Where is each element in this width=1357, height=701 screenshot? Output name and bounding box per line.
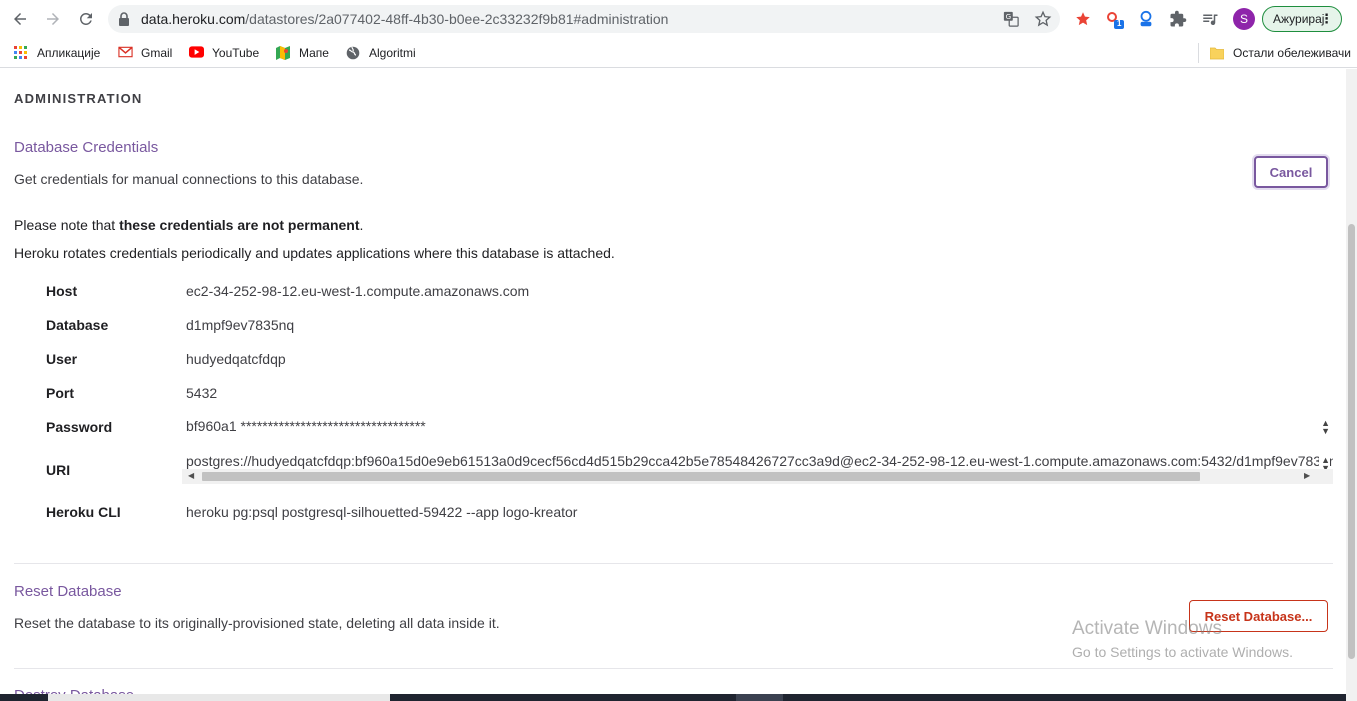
bookmarks-bar: Апликације Gmail YouTube Мапе Algoritmi … (0, 38, 1357, 68)
bookmark-algoritmi[interactable]: Algoritmi (346, 44, 416, 62)
extensions-puzzle-icon[interactable] (1168, 9, 1188, 29)
uri-horizontal-scrollbar[interactable]: ◀ ▶ (182, 469, 1333, 484)
url-host: data.heroku.com (141, 11, 246, 27)
database-value[interactable]: d1mpf9ev7835nq (186, 317, 294, 333)
browser-toolbar: data.heroku.com/datastores/2a077402-48ff… (0, 0, 1357, 38)
apps-grid-icon (14, 46, 28, 60)
page-scrollbar[interactable] (1346, 69, 1357, 701)
gmail-icon (118, 46, 133, 60)
note-suffix: . (359, 217, 364, 233)
reset-title: Reset Database (14, 583, 122, 600)
note-prefix: Please note that (14, 217, 120, 233)
reset-description: Reset the database to its originally-pro… (14, 615, 500, 631)
bookmark-label: Gmail (141, 46, 173, 60)
lock-icon[interactable] (118, 12, 130, 26)
taskbar-search[interactable] (48, 694, 390, 701)
user-value[interactable]: hudyedqatcfdqp (186, 351, 286, 367)
note-bold: these credentials are not permanent (119, 217, 360, 233)
scroll-right-arrow-icon[interactable]: ▶ (1304, 471, 1310, 480)
scroll-left-arrow-icon[interactable]: ◀ (188, 471, 194, 480)
profile-avatar[interactable]: S (1233, 8, 1255, 30)
bookmark-label: Algoritmi (369, 46, 416, 60)
activate-windows-title: Activate Windows (1072, 618, 1222, 639)
back-arrow-icon[interactable] (9, 8, 31, 30)
credentials-title: Database Credentials (14, 139, 159, 156)
update-label: Ажурирај (1273, 12, 1325, 26)
svg-text:G: G (1006, 12, 1012, 21)
host-label: Host (46, 283, 78, 299)
section-divider (14, 563, 1333, 564)
scrollbar-thumb[interactable] (202, 472, 1200, 481)
translate-icon[interactable]: G (1002, 10, 1020, 28)
other-bookmarks[interactable]: Остали обележивачи (1209, 44, 1351, 62)
url-text[interactable]: data.heroku.com/datastores/2a077402-48ff… (141, 11, 668, 27)
extension-badge-icon[interactable]: 1 (1105, 9, 1125, 29)
other-bookmarks-label: Остали обележивачи (1233, 46, 1351, 60)
database-label: Database (46, 317, 109, 333)
password-value[interactable]: bf960a1 ********************************… (186, 418, 426, 434)
page-scrollbar-thumb[interactable] (1348, 224, 1355, 659)
uri-field[interactable]: postgres://hudyedqatcfdqp:bf960a15d0e9eb… (182, 452, 1333, 486)
cli-value[interactable]: heroku pg:psql postgresql-silhouetted-59… (186, 504, 577, 520)
youtube-icon (189, 46, 204, 60)
taskbar (0, 694, 1346, 701)
uri-value[interactable]: postgres://hudyedqatcfdqp:bf960a15d0e9eb… (186, 453, 1333, 469)
bookmark-label: YouTube (212, 46, 260, 60)
bookmark-gmail[interactable]: Gmail (118, 44, 172, 62)
user-label: User (46, 351, 78, 367)
credentials-description: Get credentials for manual connections t… (14, 171, 364, 187)
cancel-button[interactable]: Cancel (1254, 156, 1328, 188)
media-controls-icon[interactable] (1200, 9, 1220, 29)
folder-icon (1209, 46, 1225, 60)
bookmarks-divider (1198, 43, 1199, 63)
bookmark-star-icon[interactable] (1034, 10, 1052, 28)
section-heading: ADMINISTRATION (14, 91, 143, 106)
uri-label: URI (46, 462, 71, 478)
more-menu-icon[interactable]: ⋮ (1320, 7, 1333, 31)
bookmark-youtube[interactable]: YouTube (189, 44, 259, 62)
url-path: /datastores/2a077402-48ff-4b30-b0ee-2c33… (245, 11, 669, 27)
address-bar[interactable]: data.heroku.com/datastores/2a077402-48ff… (108, 5, 1060, 33)
bookmark-maps[interactable]: Мапе (276, 44, 329, 62)
section-divider (14, 668, 1333, 669)
taskbar-app[interactable] (736, 694, 783, 701)
forward-arrow-icon[interactable] (42, 8, 64, 30)
password-label: Password (46, 419, 113, 435)
star-extension-icon[interactable] (1073, 9, 1093, 29)
bookmark-apps[interactable]: Апликације (14, 44, 100, 62)
profile-extension-icon[interactable] (1136, 9, 1156, 29)
port-label: Port (46, 385, 74, 401)
maps-icon (276, 46, 290, 60)
bookmark-label: Мапе (299, 46, 329, 60)
port-value[interactable]: 5432 (186, 385, 217, 401)
page-content: ADMINISTRATION Database Credentials Get … (0, 69, 1346, 701)
reload-icon[interactable] (75, 8, 97, 30)
password-scroll-arrows-icon[interactable]: ▲ ▼ (1321, 419, 1330, 436)
globe-icon (346, 46, 360, 60)
permanence-note: Please note that these credentials are n… (14, 217, 363, 233)
password-field[interactable]: bf960a1 ********************************… (182, 415, 1333, 439)
extension-badge-count: 1 (1117, 19, 1122, 28)
update-button[interactable]: Ажурирај ⋮ (1262, 6, 1342, 32)
bookmark-label: Апликације (37, 46, 101, 60)
activate-windows-subtitle: Go to Settings to activate Windows. (1072, 644, 1293, 660)
rotation-note: Heroku rotates credentials periodically … (14, 245, 615, 261)
host-value[interactable]: ec2-34-252-98-12.eu-west-1.compute.amazo… (186, 283, 529, 299)
cli-label: Heroku CLI (46, 504, 121, 520)
